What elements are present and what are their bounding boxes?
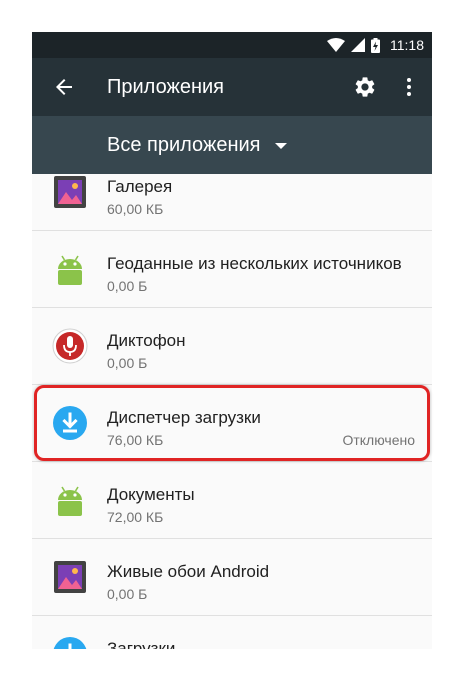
app-name: Галерея [107, 177, 173, 196]
page-title: Приложения [107, 76, 225, 98]
app-list-item[interactable]: Геоданные из нескольких источников 0,00 … [32, 231, 432, 307]
app-list: Галерея 60,00 КБ Геоданные из нескольких… [32, 174, 432, 649]
status-icons: 11:18 [327, 32, 424, 58]
clock-time: 11:18 [390, 37, 424, 53]
app-name: Загрузки [107, 639, 176, 649]
gallery-icon [52, 559, 88, 595]
app-list-item[interactable]: Загрузки [32, 616, 432, 649]
app-status: Отключено [342, 432, 415, 448]
app-size: 72,00 КБ [107, 509, 164, 525]
app-list-item-download-manager[interactable]: Диспетчер загрузки 76,00 КБ Отключено [32, 385, 432, 461]
app-size: 0,00 Б [107, 355, 148, 371]
wifi-icon [327, 38, 345, 52]
gear-icon[interactable] [353, 75, 377, 99]
app-toolbar: Приложения [32, 58, 432, 116]
filter-label: Все приложения [107, 133, 261, 156]
back-arrow-icon[interactable] [52, 75, 76, 99]
download-icon [52, 636, 88, 649]
app-list-item[interactable]: Живые обои Android 0,00 Б [32, 539, 432, 615]
phone-screen: 11:18 Приложения Все приложения Галерея … [32, 32, 432, 649]
app-name: Геоданные из нескольких источников [107, 254, 402, 273]
gallery-icon [52, 174, 88, 210]
dropdown-caret-icon [274, 143, 287, 149]
status-bar: 11:18 [32, 32, 432, 58]
app-size: 60,00 КБ [107, 201, 164, 217]
app-list-item[interactable]: Галерея 60,00 КБ [32, 174, 432, 230]
battery-charging-icon [371, 37, 380, 53]
app-list-item[interactable]: Диктофон 0,00 Б [32, 308, 432, 384]
app-filter-dropdown[interactable]: Все приложения [107, 116, 287, 174]
app-size: 76,00 КБ [107, 432, 164, 448]
filter-bar: Все приложения [32, 116, 432, 174]
app-list-item[interactable]: Документы 72,00 КБ [32, 462, 432, 538]
microphone-icon [52, 328, 88, 364]
signal-icon [351, 38, 365, 52]
app-name: Документы [107, 485, 195, 504]
app-size: 0,00 Б [107, 586, 148, 602]
app-name: Диспетчер загрузки [107, 408, 261, 427]
app-name: Живые обои Android [107, 562, 270, 581]
app-name: Диктофон [107, 331, 186, 350]
android-icon [52, 482, 88, 518]
download-icon [52, 405, 88, 441]
android-icon [52, 251, 88, 287]
app-size: 0,00 Б [107, 278, 148, 294]
more-vert-icon[interactable] [397, 75, 421, 99]
